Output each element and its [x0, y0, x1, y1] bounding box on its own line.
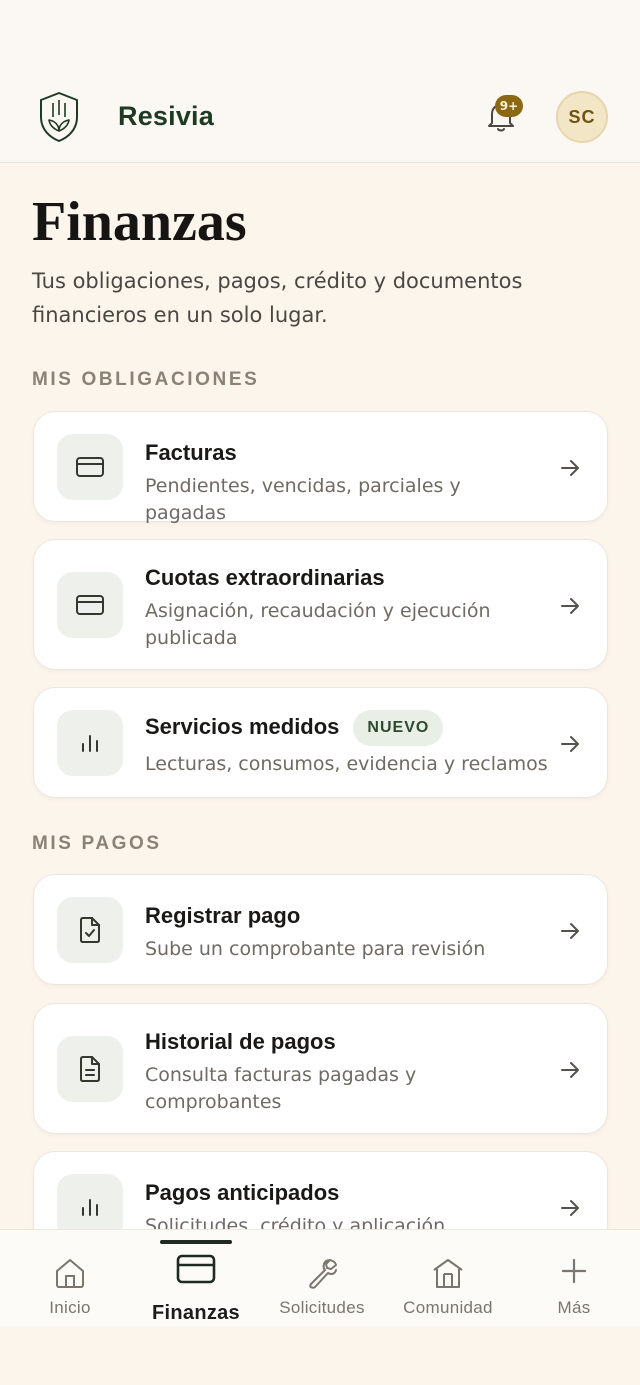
tab-label: Comunidad [403, 1298, 493, 1317]
page-title: Finanzas [32, 191, 247, 253]
shield-logo-icon[interactable] [38, 91, 80, 143]
arrow-right-icon [561, 923, 579, 939]
page-subtitle: Tus obligaciones, pagos, crédito y docum… [32, 269, 523, 327]
user-avatar[interactable]: SC [556, 91, 608, 143]
building-icon [433, 1259, 463, 1288]
tab-finanzas[interactable]: Finanzas [132, 1230, 260, 1327]
arrow-right-icon [561, 460, 579, 476]
card-registrar-pago[interactable]: Registrar pago Sube un comprobante para … [33, 874, 608, 985]
tab-label: Solicitudes [279, 1298, 365, 1317]
card-facturas[interactable]: Facturas Pendientes, vencidas, parciales… [33, 411, 608, 524]
arrow-right-icon [561, 1062, 579, 1078]
plus-icon [561, 1258, 587, 1284]
card-historial-de-pagos[interactable]: Historial de pagos Consulta facturas pag… [33, 1003, 608, 1134]
card-title: Pagos anticipados [145, 1180, 340, 1205]
bottom-safe-area [0, 1326, 640, 1385]
card-title: Historial de pagos [145, 1029, 336, 1054]
tab-label: Finanzas [152, 1302, 240, 1324]
tab-mas[interactable]: Más [510, 1230, 638, 1327]
card-icon-box [57, 1036, 123, 1102]
card-description: Pendientes, vencidas, parciales y pagada… [145, 475, 461, 524]
card-title: Registrar pago [145, 903, 301, 928]
top-app-bar: Resivia 9+ SC [0, 70, 640, 163]
card-servicios-medidos[interactable]: Servicios medidos NUEVO Lecturas, consumo… [33, 687, 608, 798]
wrench-icon [309, 1259, 337, 1289]
card-title-row: Servicios medidos NUEVO [145, 710, 444, 746]
bar-chart-icon [82, 735, 98, 752]
card-icon-box [57, 897, 123, 963]
section-label-pagos: MIS PAGOS [32, 833, 162, 854]
new-badge: NUEVO [353, 710, 444, 746]
tab-inicio[interactable]: Inicio [6, 1230, 134, 1327]
section-label-obligaciones: MIS OBLIGACIONES [32, 369, 260, 390]
tab-solicitudes[interactable]: Solicitudes [258, 1230, 386, 1327]
card-cuotas-extraordinarias[interactable]: Cuotas extraordinarias Asignación, recau… [33, 539, 608, 670]
arrow-right-icon [561, 598, 579, 614]
card-icon-box [57, 434, 123, 500]
card-description: Sube un comprobante para revisión [145, 938, 486, 960]
card-title: Facturas [145, 440, 237, 465]
card-description: Lecturas, consumos, evidencia y reclamos [145, 753, 548, 775]
credit-card-icon [76, 457, 104, 477]
card-icon-box [57, 572, 123, 638]
tab-label: Inicio [49, 1298, 91, 1317]
credit-card-icon [176, 1254, 216, 1284]
arrow-right-icon [561, 1200, 579, 1216]
credit-card-icon [76, 595, 104, 615]
arrow-right-icon [561, 736, 579, 752]
card-description: Asignación, recaudación y ejecución publ… [145, 600, 491, 649]
bar-chart-icon [82, 1199, 98, 1216]
card-title: Servicios medidos [145, 713, 340, 739]
file-text-icon [80, 1056, 100, 1082]
status-bar [0, 0, 640, 70]
notification-badge: 9+ [495, 95, 523, 117]
app-brand-name: Resivia [118, 101, 214, 131]
tab-comunidad[interactable]: Comunidad [384, 1230, 512, 1327]
card-icon-box [57, 710, 123, 776]
file-check-icon [80, 917, 100, 943]
home-icon [56, 1259, 84, 1288]
card-description: Consulta facturas pagadas y comprobantes [145, 1064, 417, 1113]
bottom-tab-bar: Inicio Finanzas Solicitudes Comunidad Má… [0, 1229, 640, 1326]
tab-label: Más [557, 1298, 591, 1317]
card-title: Cuotas extraordinarias [145, 565, 385, 590]
